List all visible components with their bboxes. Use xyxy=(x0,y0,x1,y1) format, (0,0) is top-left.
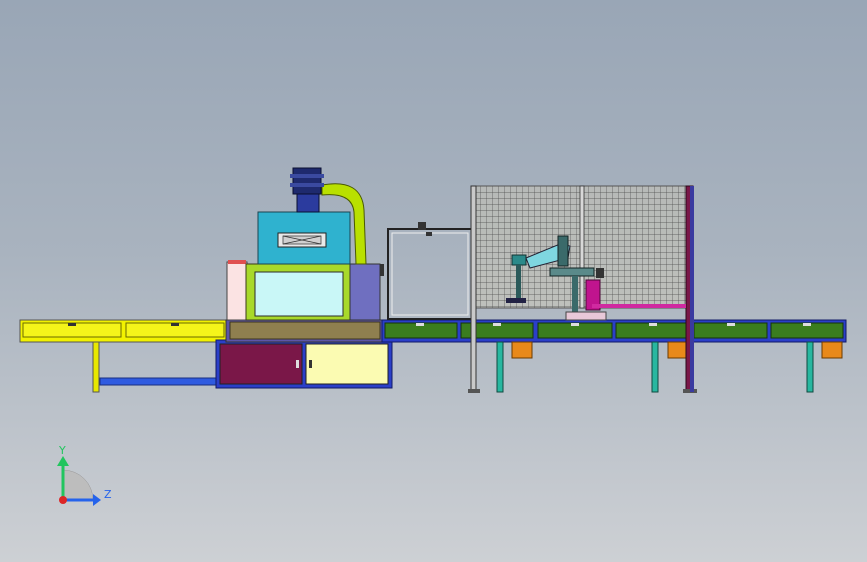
cad-viewport[interactable]: Y Z xyxy=(0,0,867,562)
inspection-frame xyxy=(387,222,473,320)
base-cabinet xyxy=(215,339,393,389)
curing-chamber xyxy=(226,260,384,321)
coordinate-triad: Y Z xyxy=(57,444,112,506)
lamp-hood xyxy=(257,211,351,265)
triad-z-label: Z xyxy=(104,488,112,501)
machine-model[interactable]: Y Z xyxy=(0,0,867,562)
blower-motor xyxy=(290,167,324,213)
right-conveyor xyxy=(381,319,847,393)
left-conveyor xyxy=(19,319,227,393)
triad-y-label: Y xyxy=(58,444,66,457)
belt-section xyxy=(225,319,385,343)
